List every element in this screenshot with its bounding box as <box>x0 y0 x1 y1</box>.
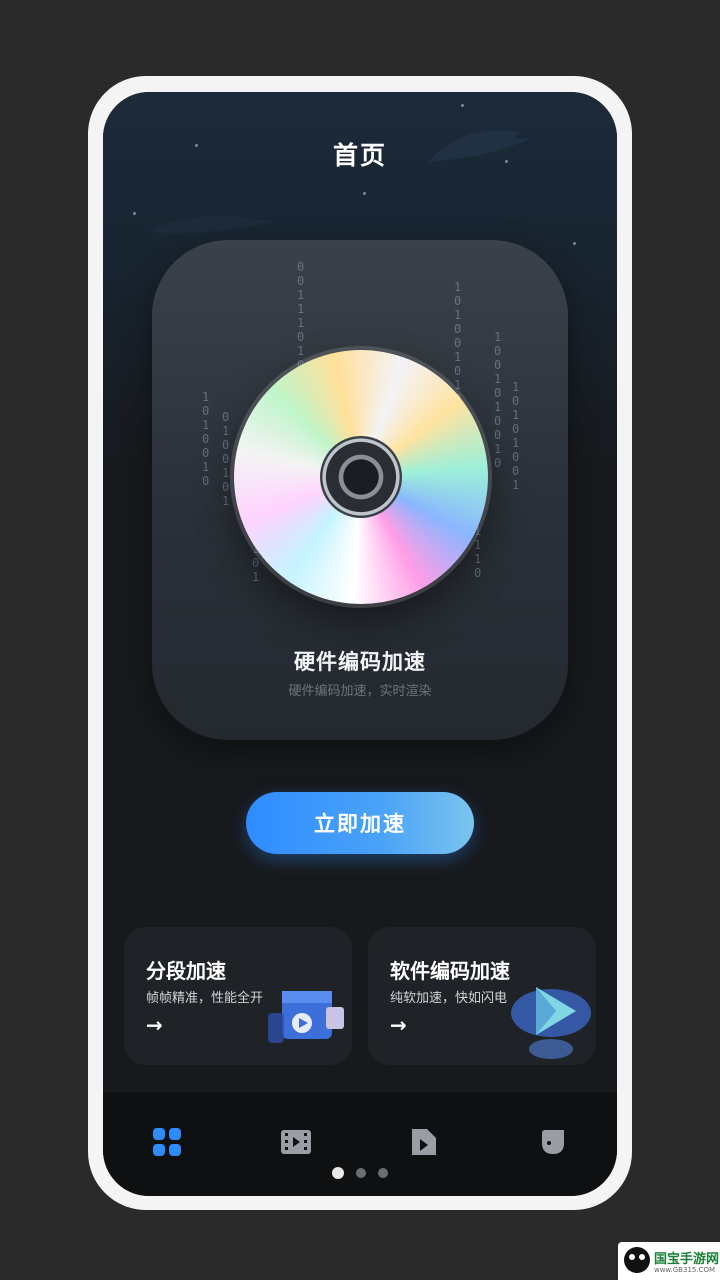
panda-logo-icon <box>624 1247 650 1273</box>
segment-accel-card[interactable]: 分段加速 帧帧精准，性能全开 → <box>124 927 352 1065</box>
page-dot-active[interactable] <box>332 1167 344 1179</box>
page-title: 首页 <box>332 141 387 170</box>
video-camera-icon <box>268 991 344 1043</box>
software-encode-card[interactable]: 软件编码加速 纯软加速，快如闪电 → <box>368 927 596 1065</box>
play-prism-icon <box>511 987 591 1059</box>
binary-rain: 10101001 <box>512 380 520 492</box>
video-film-icon <box>281 1130 311 1154</box>
watermark: 国宝手游网 www.GB315.COM <box>618 1242 720 1280</box>
binary-rain: 0100101 <box>222 410 230 508</box>
disc-icon <box>234 350 488 604</box>
feature-subtitle: 纯软加速，快如闪电 <box>390 991 508 1006</box>
disc-hub <box>320 436 402 518</box>
fish-silhouette-icon <box>148 216 273 234</box>
profile-icon <box>542 1130 564 1154</box>
arrow-right-icon[interactable]: → <box>146 1013 170 1037</box>
bottom-nav <box>103 1092 617 1196</box>
page-indicator <box>103 1167 617 1179</box>
grid-icon <box>153 1128 181 1156</box>
video-file-icon <box>412 1129 436 1155</box>
hero-title: 硬件编码加速 <box>294 650 426 674</box>
app-screen: 首页 1010010 0100101 01100100101 001110100… <box>103 92 617 1196</box>
feature-subtitle: 帧帧精准，性能全开 <box>146 991 264 1006</box>
nav-home[interactable] <box>145 1120 189 1164</box>
arrow-right-icon[interactable]: → <box>390 1013 414 1037</box>
nav-profile[interactable] <box>531 1120 575 1164</box>
page-dot[interactable] <box>356 1168 366 1178</box>
page-dot[interactable] <box>378 1168 388 1178</box>
hero-card: 1010010 0100101 01100100101 001110100101… <box>152 240 568 740</box>
nav-video[interactable] <box>274 1120 318 1164</box>
binary-rain: 1001010010 <box>494 330 502 470</box>
nav-files[interactable] <box>402 1120 446 1164</box>
binary-rain: 1010010 <box>202 390 210 488</box>
feature-title: 分段加速 <box>146 959 226 983</box>
feature-title: 软件编码加速 <box>390 959 510 983</box>
hero-subtitle: 硬件编码加速，实时渲染 <box>288 684 432 699</box>
watermark-url: www.GB315.COM <box>654 1266 716 1274</box>
watermark-text: 国宝手游网 <box>654 1252 720 1267</box>
boost-now-button[interactable]: 立即加速 <box>246 792 474 854</box>
